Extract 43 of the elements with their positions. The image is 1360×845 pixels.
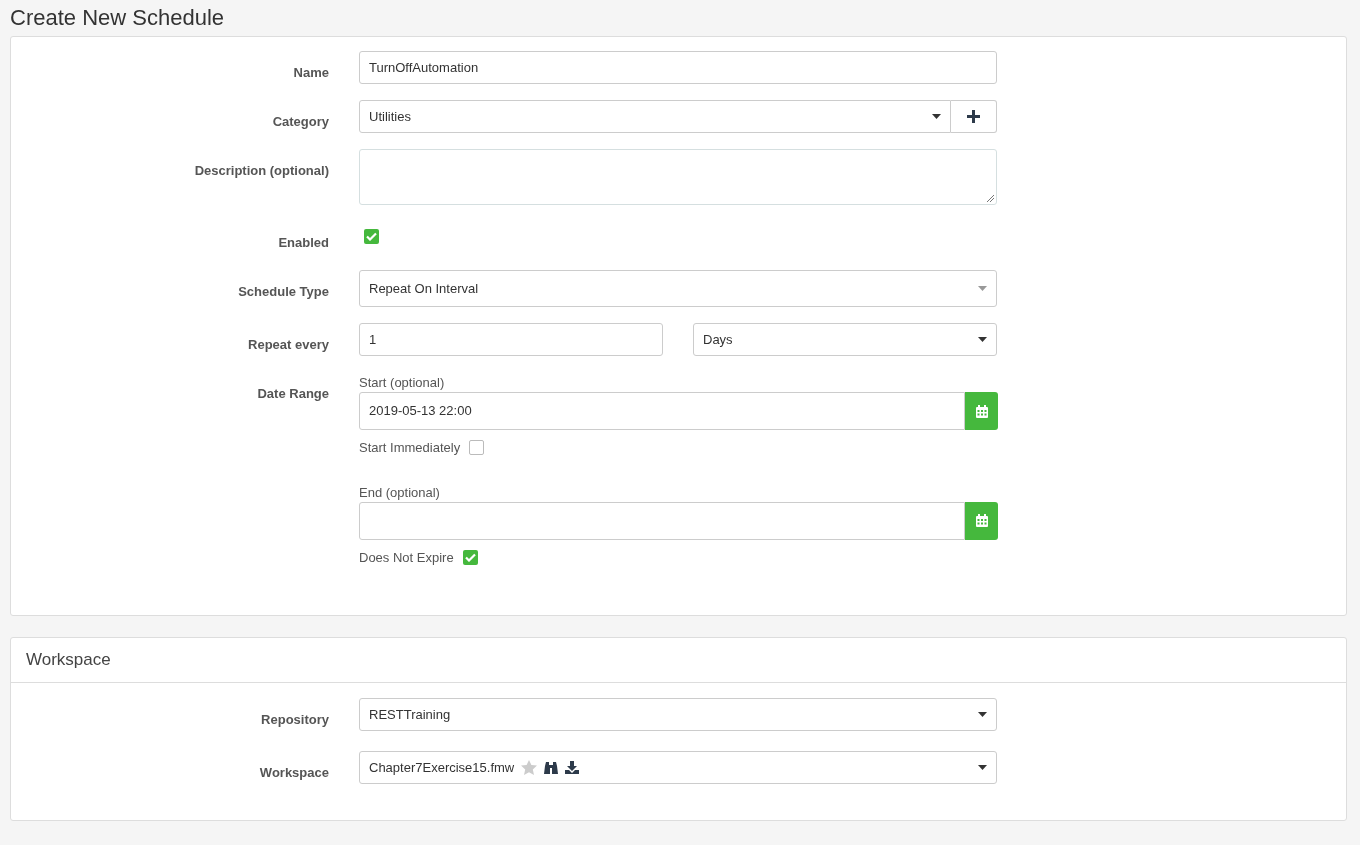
- option-label: Start Immediately: [359, 439, 461, 457]
- caret-icon: [932, 114, 941, 119]
- caret-icon: [978, 286, 987, 291]
- text-field[interactable]: TurnOffAutomation: [359, 51, 997, 84]
- dropdown[interactable]: RESTTraining: [359, 698, 997, 731]
- field-label: Category: [272, 114, 329, 129]
- caret-icon: [978, 765, 987, 770]
- plus-icon: [967, 110, 980, 123]
- checkbox[interactable]: [364, 229, 379, 244]
- option-label: Does Not Expire: [359, 548, 454, 567]
- field-label: Repository: [261, 712, 329, 727]
- field-label: Name: [293, 65, 329, 80]
- panel-heading: Workspace: [26, 649, 111, 672]
- caret-icon: [978, 712, 987, 717]
- star-icon: [521, 760, 538, 775]
- caret-icon: [978, 337, 987, 342]
- text-area[interactable]: [359, 149, 997, 205]
- field-label: Description (optional): [194, 163, 329, 178]
- calendar-icon: [975, 404, 988, 418]
- add-button[interactable]: [951, 100, 997, 133]
- resize-handle-icon: [986, 194, 994, 202]
- dropdown[interactable]: Utilities: [359, 100, 951, 133]
- field-label: Start (optional): [359, 374, 446, 391]
- page-title: Create New Schedule: [10, 4, 225, 32]
- dropdown[interactable]: Repeat On Interval: [359, 270, 997, 307]
- date-field[interactable]: [359, 501, 965, 540]
- field-label: Date Range: [257, 386, 329, 401]
- field-label: Workspace: [259, 765, 329, 780]
- download-icon: [565, 761, 580, 774]
- calendar-button[interactable]: [965, 392, 998, 430]
- field-label: Repeat every: [248, 337, 329, 352]
- field-label: Schedule Type: [238, 284, 329, 299]
- field-label: End (optional): [359, 483, 441, 501]
- dropdown[interactable]: Chapter7Exercise15.fmw: [359, 751, 997, 784]
- checkbox[interactable]: [462, 549, 478, 565]
- checkbox[interactable]: [469, 440, 485, 456]
- field-label: Enabled: [278, 235, 329, 250]
- date-field[interactable]: 2019-05-13 22:00: [359, 392, 965, 430]
- binoculars-icon: [544, 761, 559, 774]
- number-field[interactable]: 1: [359, 323, 663, 356]
- calendar-icon: [975, 514, 988, 527]
- dropdown[interactable]: Days: [693, 323, 997, 356]
- calendar-button[interactable]: [965, 501, 998, 540]
